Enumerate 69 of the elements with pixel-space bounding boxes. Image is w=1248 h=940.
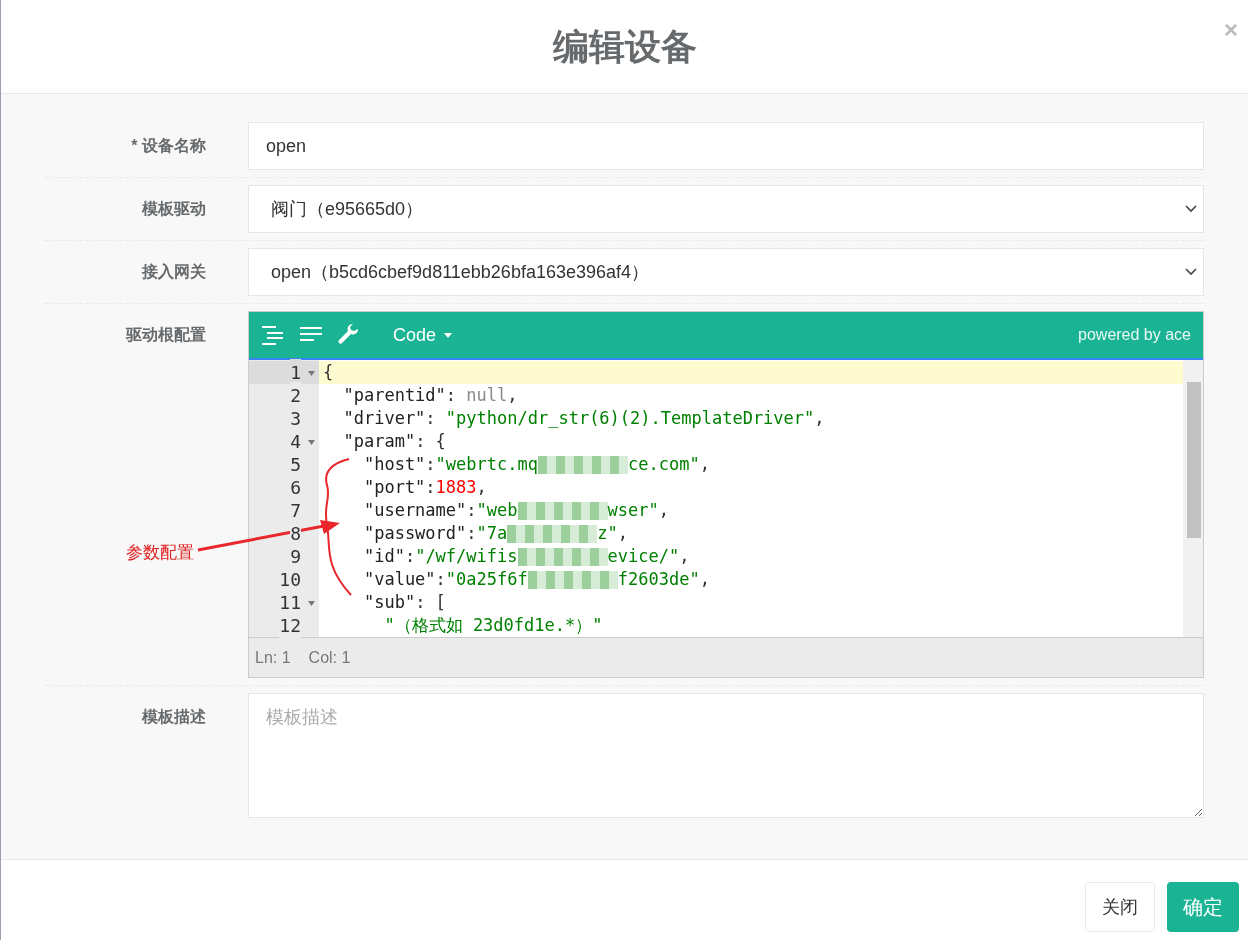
- close-dialog-button[interactable]: 关闭: [1085, 882, 1155, 932]
- field-label: 模板驱动: [141, 199, 206, 219]
- code-token: ,: [658, 498, 669, 522]
- select-field[interactable]: open（b5cd6cbef9d811ebb26bfa163e396af4）: [248, 248, 1204, 296]
- code-token: "0a25f6f: [445, 567, 528, 591]
- code-token: ,: [679, 544, 690, 568]
- code-token: "web: [476, 498, 518, 522]
- code-token: "id": [362, 544, 405, 568]
- code-token: ,: [699, 452, 710, 476]
- select-field[interactable]: 阀门（e95665d0）: [248, 185, 1204, 233]
- caret-icon: [444, 332, 453, 338]
- code-token: :: [435, 567, 446, 591]
- field-label: 驱动根配置: [124, 325, 206, 345]
- code-token: :: [425, 406, 437, 430]
- dialog-title: 编辑设备: [552, 24, 697, 69]
- name-input[interactable]: open: [248, 122, 1204, 170]
- code-token: "host": [362, 452, 426, 476]
- code-token: evice/": [607, 544, 680, 568]
- field-label: 接入网关: [141, 262, 206, 282]
- code-token: "/wf/wifis: [415, 544, 518, 568]
- code-token: 1883: [435, 475, 477, 499]
- code-token: "sub": [362, 590, 416, 614]
- annotation-label: 参数配置: [126, 542, 194, 564]
- scrollbar[interactable]: [1183, 360, 1203, 637]
- column-status: Col: 1: [308, 647, 351, 668]
- code-token: "python/dr_str(6)(2).TemplateDriver": [445, 406, 815, 430]
- code-token: ,: [814, 406, 825, 430]
- code-token: "（格式如 23d0fd1e.*）": [383, 613, 603, 637]
- code-token: :: [466, 521, 477, 545]
- code-token: "username": [362, 498, 467, 522]
- code-token: : {: [415, 429, 446, 453]
- code-token: "7a: [476, 521, 508, 545]
- code-token: :: [425, 452, 436, 476]
- code-token: ,: [617, 521, 628, 545]
- code-token: {: [323, 360, 334, 384]
- code-token: ,: [507, 383, 518, 407]
- code-token: "driver": [342, 406, 426, 430]
- code-token: ,: [699, 567, 710, 591]
- wrench-icon[interactable]: [337, 323, 361, 347]
- field-label: * 设备名称: [130, 136, 206, 156]
- code-token: :: [466, 498, 477, 522]
- code-token: wser": [607, 498, 659, 522]
- code-token: ,: [476, 475, 487, 499]
- code-token: "parentid": [342, 383, 446, 407]
- code-token: z": [597, 521, 618, 545]
- code-token: :: [445, 383, 458, 407]
- compact-icon[interactable]: [299, 326, 323, 344]
- code-editor[interactable]: [248, 311, 1204, 678]
- code-token: f2603de": [617, 567, 700, 591]
- code-token: "port": [362, 475, 426, 499]
- fold-icon[interactable]: [308, 371, 315, 376]
- code-token: "webrtc.mq: [435, 452, 538, 476]
- line-status: Ln: 1: [255, 647, 291, 668]
- chevron-down-icon: [1185, 205, 1197, 213]
- fold-icon[interactable]: [308, 440, 315, 445]
- field-label: 模板描述: [141, 707, 206, 727]
- code-token: "password": [362, 521, 467, 545]
- credit-text: powered by ace: [1078, 325, 1191, 345]
- code-token: :: [404, 544, 416, 568]
- code-token: null: [466, 383, 508, 407]
- format-icon[interactable]: [261, 324, 285, 346]
- code-token: "value": [362, 567, 436, 591]
- code-token: : [: [415, 590, 446, 614]
- code-token: :: [425, 475, 436, 499]
- code-token: ce.com": [627, 452, 700, 476]
- code-token: "param": [342, 429, 416, 453]
- description-textarea[interactable]: 模板描述: [248, 693, 1204, 818]
- chevron-down-icon: [1185, 268, 1197, 276]
- fold-icon[interactable]: [308, 601, 315, 606]
